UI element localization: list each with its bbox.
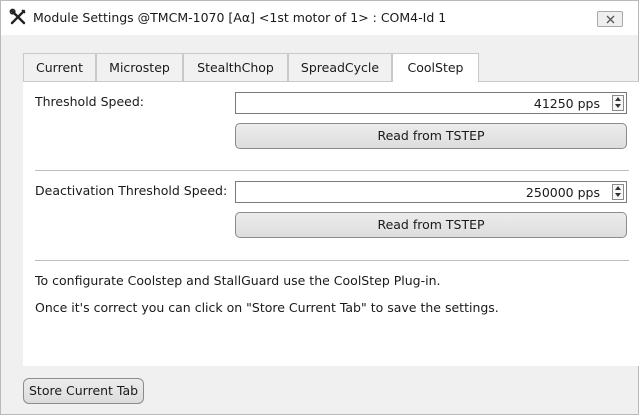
deactivation-threshold-speed-label: Deactivation Threshold Speed: (35, 183, 228, 198)
store-current-tab-button[interactable]: Store Current Tab (23, 378, 145, 404)
spin-arrows-icon[interactable] (612, 184, 624, 200)
tab-spreadcycle[interactable]: SpreadCycle (288, 53, 392, 81)
spin-arrows-icon[interactable] (612, 95, 624, 111)
divider (35, 170, 629, 171)
tools-icon (9, 8, 27, 26)
close-icon (606, 15, 615, 24)
coolstep-panel: Threshold Speed: 41250 pps Read from TST… (23, 81, 639, 366)
tab-stealthchop[interactable]: StealthChop (183, 53, 288, 81)
tab-microstep[interactable]: Microstep (96, 53, 183, 81)
info-text-line-2: Once it's correct you can click on "Stor… (35, 300, 499, 315)
threshold-speed-label: Threshold Speed: (35, 94, 144, 109)
threshold-speed-spinbox[interactable]: 41250 pps (235, 92, 627, 114)
module-settings-window: Module Settings @TMCM-1070 [Aα] <1st mot… (0, 0, 639, 415)
read-tstep-button-2[interactable]: Read from TSTEP (235, 212, 627, 238)
threshold-speed-value: 41250 pps (533, 96, 600, 111)
info-text-line-1: To configurate Coolstep and StallGuard u… (35, 273, 441, 288)
window-title: Module Settings @TMCM-1070 [Aα] <1st mot… (33, 10, 447, 25)
close-button[interactable] (597, 11, 623, 27)
read-tstep-button-1[interactable]: Read from TSTEP (235, 123, 627, 149)
deactivation-threshold-speed-value: 250000 pps (525, 185, 600, 200)
title-bar[interactable]: Module Settings @TMCM-1070 [Aα] <1st mot… (1, 1, 638, 35)
deactivation-threshold-speed-spinbox[interactable]: 250000 pps (235, 181, 627, 203)
tab-bar: Current Microstep StealthChop SpreadCycl… (23, 53, 491, 82)
tab-current[interactable]: Current (23, 53, 96, 81)
divider (35, 260, 629, 261)
tab-coolstep[interactable]: CoolStep (392, 53, 479, 82)
